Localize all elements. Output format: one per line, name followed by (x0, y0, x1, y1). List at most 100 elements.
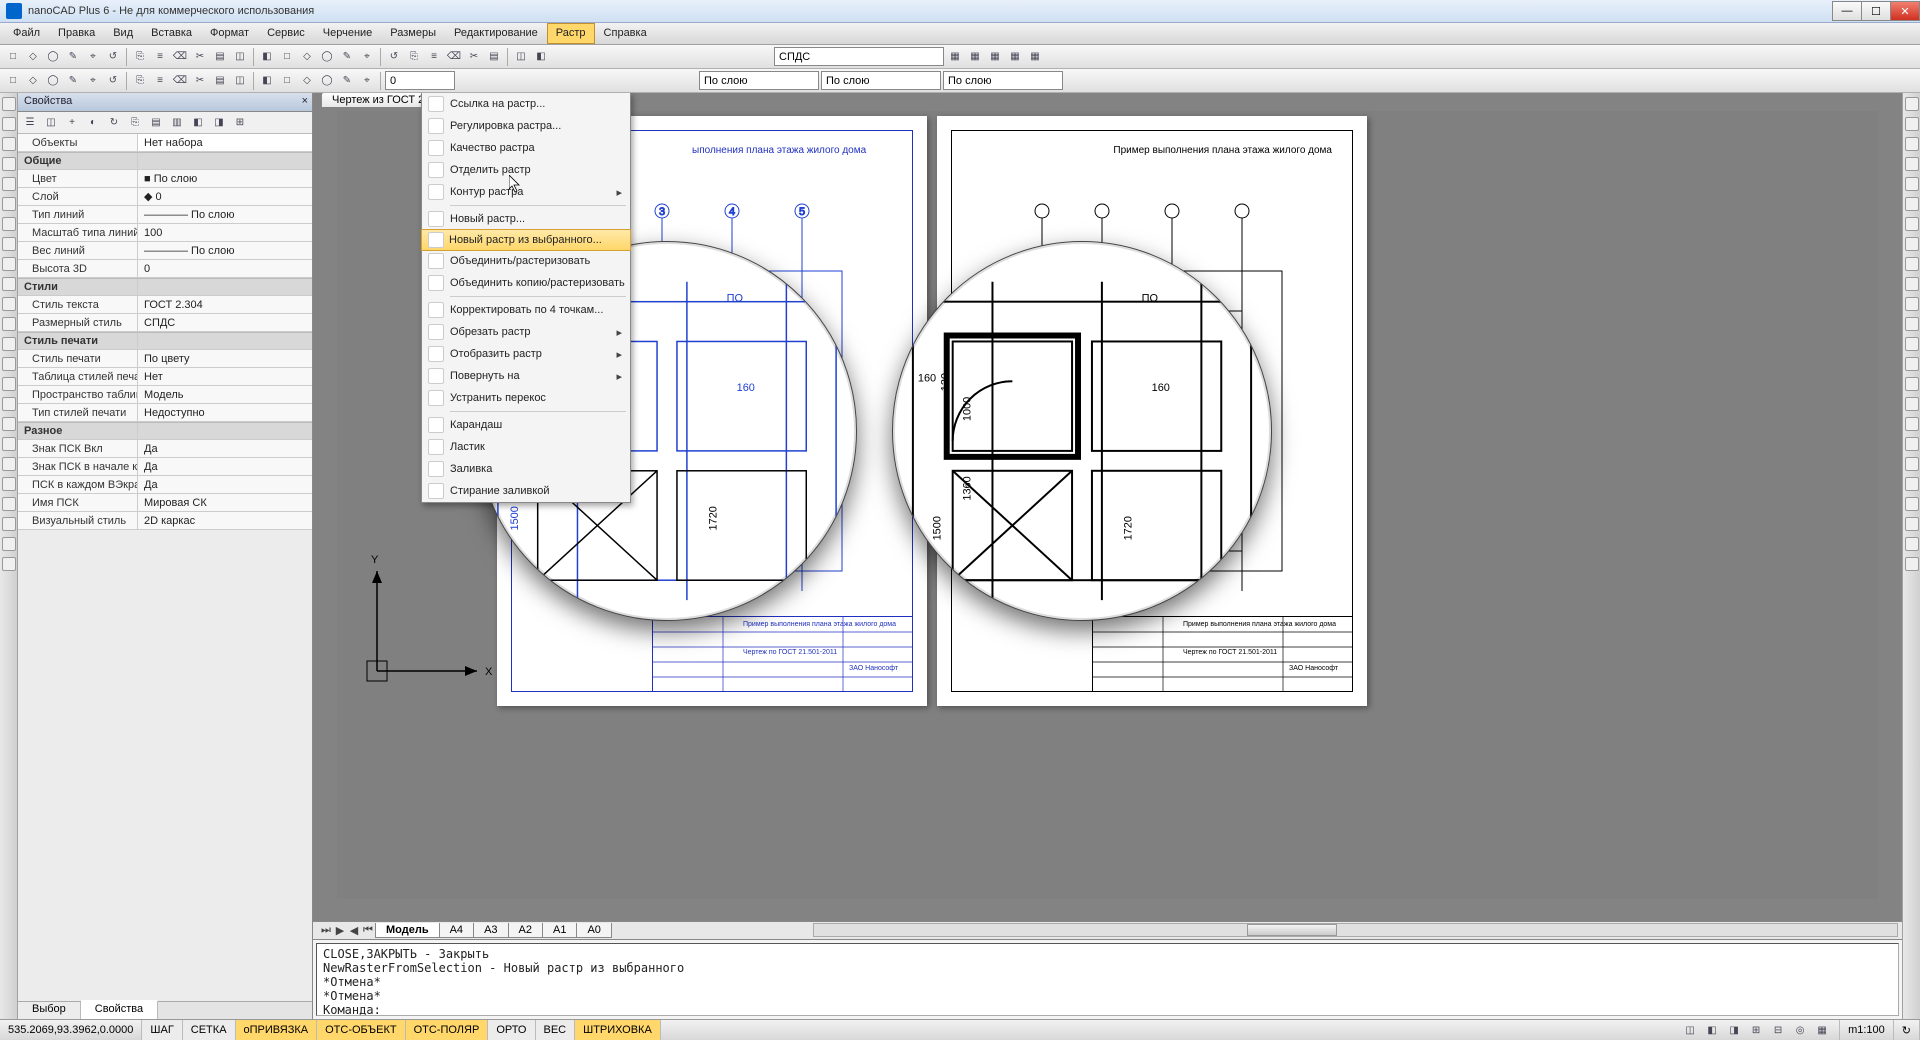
toolbar-button[interactable]: ✂ (191, 48, 209, 66)
prop-value[interactable]: Да (138, 458, 312, 475)
menu-item[interactable]: Контур растра▸ (422, 181, 630, 203)
status-toggle-ШТРИХОВКА[interactable]: ШТРИХОВКА (575, 1020, 661, 1040)
prop-value[interactable]: ———— По слою (138, 242, 312, 259)
toolbar-button[interactable]: ◫ (231, 72, 249, 90)
menu-item[interactable]: Карандаш (422, 414, 630, 436)
toolbar-button[interactable]: ✎ (338, 72, 356, 90)
strip-button[interactable] (1905, 97, 1919, 111)
toolbar-button[interactable]: ◧ (258, 72, 276, 90)
menu-item[interactable]: Отделить растр (422, 159, 630, 181)
prop-tool[interactable]: ⊞ (231, 114, 249, 132)
close-button[interactable]: ✕ (1890, 1, 1920, 21)
prop-value[interactable]: ———— По слою (138, 206, 312, 223)
status-toggle-ОТС-ОБЪЕКТ[interactable]: ОТС-ОБЪЕКТ (317, 1020, 405, 1040)
toolbar-button[interactable]: ✂ (191, 72, 209, 90)
toolbar-button[interactable]: ⌫ (445, 48, 463, 66)
status-icon[interactable]: ⊞ (1747, 1021, 1765, 1039)
strip-button[interactable] (2, 337, 16, 351)
strip-button[interactable] (1905, 537, 1919, 551)
prop-value[interactable]: Недоступно (138, 404, 312, 421)
layout-tab[interactable]: А0 (576, 923, 611, 938)
menu-размеры[interactable]: Размеры (381, 23, 445, 44)
strip-button[interactable] (1905, 477, 1919, 491)
toolbar-button[interactable]: ✎ (64, 48, 82, 66)
status-scale[interactable]: m1:100 (1840, 1020, 1894, 1040)
layout-tab[interactable]: А4 (439, 923, 474, 938)
menu-item[interactable]: Заливка (422, 458, 630, 480)
toolbar-button[interactable]: ⎘ (131, 72, 149, 90)
toolbar-button[interactable]: ⌖ (358, 48, 376, 66)
toolbar-button[interactable]: ⌖ (84, 72, 102, 90)
menu-item[interactable]: Повернуть на▸ (422, 365, 630, 387)
strip-button[interactable] (2, 477, 16, 491)
toolbar-button[interactable]: ≡ (151, 48, 169, 66)
toolbar-button[interactable]: ⌫ (171, 72, 189, 90)
prop-value[interactable]: СПДС (138, 314, 312, 331)
prop-value[interactable]: Да (138, 440, 312, 457)
menu-файл[interactable]: Файл (4, 23, 49, 44)
toolbar-button[interactable]: ◇ (298, 48, 316, 66)
menu-item[interactable]: Качество растра (422, 137, 630, 159)
strip-button[interactable] (1905, 317, 1919, 331)
strip-button[interactable] (2, 437, 16, 451)
toolbar-button[interactable]: ⌖ (84, 48, 102, 66)
strip-button[interactable] (1905, 117, 1919, 131)
toolbar-button[interactable]: ◇ (24, 72, 42, 90)
toolbar-button[interactable]: ◫ (512, 48, 530, 66)
toolbar-button[interactable]: ▤ (211, 48, 229, 66)
toolbar-button[interactable]: ▦ (986, 48, 1004, 66)
combo-bylayer-2[interactable]: По слою (943, 71, 1063, 90)
strip-button[interactable] (1905, 277, 1919, 291)
prop-value[interactable]: Нет (138, 368, 312, 385)
menu-вставка[interactable]: Вставка (142, 23, 201, 44)
toolbar-button[interactable]: ◫ (231, 48, 249, 66)
strip-button[interactable] (2, 517, 16, 531)
strip-button[interactable] (2, 537, 16, 551)
toolbar-button[interactable]: ◯ (44, 72, 62, 90)
strip-button[interactable] (2, 97, 16, 111)
status-icon[interactable]: ◎ (1791, 1021, 1809, 1039)
strip-button[interactable] (1905, 397, 1919, 411)
toolbar-button[interactable]: ◯ (318, 48, 336, 66)
toolbar-button[interactable]: ◇ (298, 72, 316, 90)
menu-item[interactable]: Объединить/растеризовать (422, 250, 630, 272)
strip-button[interactable] (1905, 337, 1919, 351)
strip-button[interactable] (1905, 297, 1919, 311)
panel-tab[interactable]: Свойства (81, 1000, 158, 1019)
menu-редактирование[interactable]: Редактирование (445, 23, 547, 44)
combo-style[interactable]: СПДС (774, 47, 944, 66)
strip-button[interactable] (2, 137, 16, 151)
toolbar-button[interactable]: ◯ (44, 48, 62, 66)
toolbar-button[interactable]: ⎘ (405, 48, 423, 66)
strip-button[interactable] (1905, 457, 1919, 471)
toolbar-button[interactable]: ⌖ (358, 72, 376, 90)
strip-button[interactable] (2, 417, 16, 431)
toolbar-button[interactable]: ▤ (485, 48, 503, 66)
status-icon[interactable]: ▦ (1813, 1021, 1831, 1039)
toolbar-button[interactable]: ⎘ (131, 48, 149, 66)
strip-button[interactable] (2, 557, 16, 571)
prop-tool[interactable]: ↻ (105, 114, 123, 132)
status-icon[interactable]: ◨ (1725, 1021, 1743, 1039)
status-toggle-ВЕС[interactable]: ВЕС (536, 1020, 576, 1040)
layout-tab[interactable]: А3 (473, 923, 508, 938)
toolbar-button[interactable]: ▤ (211, 72, 229, 90)
prop-tool[interactable]: + (63, 114, 81, 132)
prop-value[interactable]: 0 (138, 260, 312, 277)
strip-button[interactable] (2, 157, 16, 171)
prop-value[interactable]: Модель (138, 386, 312, 403)
prop-tool[interactable]: ⎘ (126, 114, 144, 132)
status-toggle-ШАГ[interactable]: ШАГ (142, 1020, 182, 1040)
toolbar-button[interactable]: ▦ (1006, 48, 1024, 66)
combo-bylayer-0[interactable]: По слою (699, 71, 819, 90)
toolbar-button[interactable]: ≡ (425, 48, 443, 66)
menu-item[interactable]: Регулировка растра... (422, 115, 630, 137)
strip-button[interactable] (1905, 257, 1919, 271)
strip-button[interactable] (1905, 177, 1919, 191)
status-toggle-ОТС-ПОЛЯР[interactable]: ОТС-ПОЛЯР (406, 1020, 489, 1040)
status-toggle-оПРИВЯЗКА[interactable]: оПРИВЯЗКА (236, 1020, 318, 1040)
toolbar-button[interactable]: ▦ (966, 48, 984, 66)
prop-tool[interactable]: ☰ (21, 114, 39, 132)
combo-bylayer-1[interactable]: По слою (821, 71, 941, 90)
toolbar-button[interactable]: ✎ (64, 72, 82, 90)
